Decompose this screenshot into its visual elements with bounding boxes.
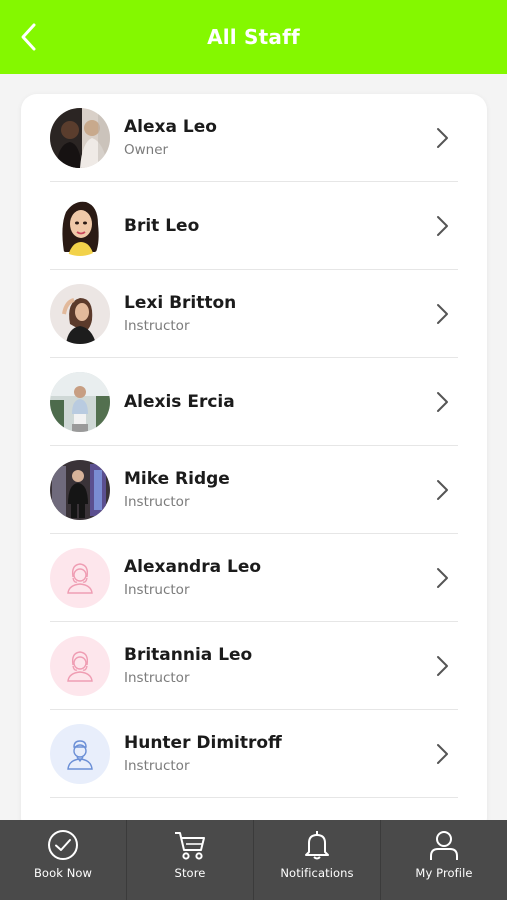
staff-row[interactable]: Alexandra Leo Instructor <box>50 534 458 622</box>
chevron-right-icon <box>430 214 454 238</box>
staff-role: Instructor <box>124 494 190 510</box>
staff-row[interactable]: Alexa Leo Owner <box>50 94 458 182</box>
staff-name: Mike Ridge <box>124 469 230 489</box>
staff-row[interactable]: Britannia Leo Instructor <box>50 622 458 710</box>
tab-label: Book Now <box>33 866 93 880</box>
staff-avatar <box>50 283 110 344</box>
staff-name: Lexi Britton <box>124 293 237 313</box>
app-screen: All Staff Alexa Leo Owner Brit Leo Lexi … <box>0 0 507 900</box>
user-icon <box>430 831 458 860</box>
staff-role: Instructor <box>124 318 190 334</box>
staff-avatar <box>50 107 110 168</box>
staff-avatar <box>50 371 110 432</box>
bottom-tab-bar: Book Now Store Notifications My Profile <box>0 820 507 900</box>
chevron-left-icon <box>21 23 36 51</box>
staff-avatar <box>50 723 110 784</box>
chevron-right-icon <box>430 566 454 590</box>
staff-role: Instructor <box>124 582 190 598</box>
tab-label: Store <box>174 866 206 880</box>
staff-name: Alexandra Leo <box>124 557 262 577</box>
female-placeholder-icon <box>67 650 93 682</box>
chevron-right-icon <box>430 654 454 678</box>
staff-row[interactable]: Hunter Dimitroff Instructor <box>50 710 458 798</box>
staff-name: Alexa Leo <box>124 117 217 137</box>
staff-name: Britannia Leo <box>124 645 253 665</box>
staff-row[interactable]: Lexi Britton Instructor <box>50 270 458 358</box>
chevron-right-icon <box>430 478 454 502</box>
tab-label: Notifications <box>280 866 354 880</box>
tab-my-profile[interactable]: My Profile <box>380 820 507 900</box>
bell-icon <box>305 831 329 860</box>
staff-role: Instructor <box>124 758 190 774</box>
tab-label: My Profile <box>415 866 473 880</box>
chevron-right-icon <box>430 126 454 150</box>
tab-store[interactable]: Store <box>126 820 253 900</box>
staff-avatar <box>50 635 110 696</box>
staff-name: Brit Leo <box>124 215 200 236</box>
staff-list: Alexa Leo Owner Brit Leo Lexi Britton In… <box>21 94 487 834</box>
cart-icon <box>175 832 205 860</box>
staff-avatar <box>50 195 110 256</box>
header-bar: All Staff <box>0 0 507 74</box>
staff-name: Alexis Ercia <box>124 391 235 412</box>
staff-role: Instructor <box>124 670 190 686</box>
staff-name: Hunter Dimitroff <box>124 733 282 753</box>
staff-row[interactable]: Mike Ridge Instructor <box>50 446 458 534</box>
staff-avatar <box>50 547 110 608</box>
back-button[interactable] <box>12 20 46 54</box>
staff-role: Owner <box>124 142 169 158</box>
page-title: All Staff <box>207 25 300 49</box>
tab-notifications[interactable]: Notifications <box>253 820 380 900</box>
staff-avatar <box>50 459 110 520</box>
chevron-right-icon <box>430 742 454 766</box>
staff-row[interactable]: Brit Leo <box>50 182 458 270</box>
female-placeholder-icon <box>67 562 93 594</box>
check-circle-icon <box>48 830 78 860</box>
chevron-right-icon <box>430 390 454 414</box>
staff-row[interactable]: Alexis Ercia <box>50 358 458 446</box>
tab-book-now[interactable]: Book Now <box>0 820 126 900</box>
chevron-right-icon <box>430 302 454 326</box>
male-placeholder-icon <box>67 739 93 770</box>
